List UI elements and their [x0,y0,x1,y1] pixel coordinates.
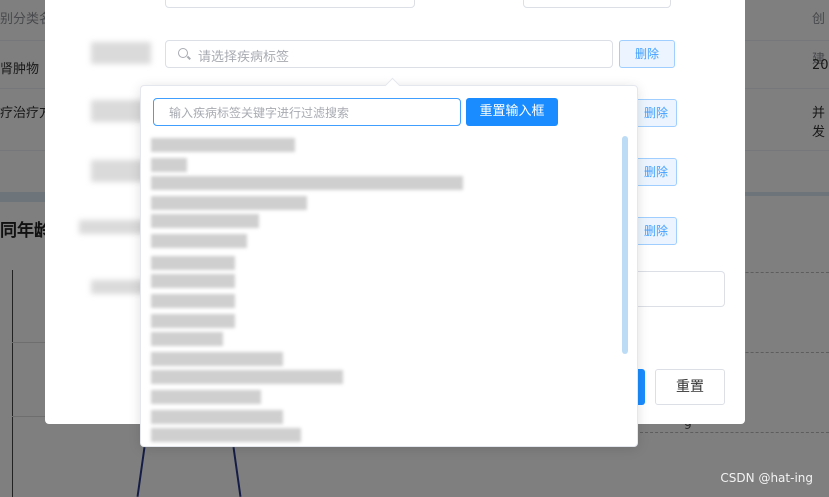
tag-dropdown: 输入疾病标签关键字进行过滤搜索 重置输入框 [140,77,638,447]
delete-button[interactable]: 删除 [619,40,675,68]
reset-input-button[interactable]: 重置输入框 [466,98,558,126]
top-input[interactable] [165,0,415,8]
tree-item[interactable] [151,410,283,424]
text-input[interactable] [633,271,725,307]
delete-button[interactable]: 删除 [635,158,677,186]
tree-item[interactable] [151,196,307,210]
tree-item[interactable] [151,294,235,308]
select-placeholder: 请选择疾病标签 [198,50,290,65]
disease-tag-select[interactable]: 请选择疾病标签 [165,40,613,68]
reset-button[interactable]: 重置 [655,369,725,405]
form-label [79,220,149,234]
tree-item[interactable] [151,390,261,404]
tag-tree [151,136,621,442]
tree-item[interactable] [151,274,235,288]
form-label [91,42,151,64]
watermark: CSDN @hat-ing [720,471,813,485]
delete-button[interactable]: 删除 [635,217,677,245]
tree-item[interactable] [151,370,343,384]
tree-item[interactable] [151,352,283,366]
tag-filter-input[interactable]: 输入疾病标签关键字进行过滤搜索 [153,98,461,126]
tree-item[interactable] [151,234,247,248]
tree-item[interactable] [151,176,463,190]
tree-item[interactable] [151,214,259,228]
filter-placeholder: 输入疾病标签关键字进行过滤搜索 [169,106,350,120]
tree-item[interactable] [151,332,223,346]
tree-item[interactable] [151,256,235,270]
tree-item[interactable] [151,314,235,328]
search-icon [178,48,188,58]
tree-item[interactable] [151,428,301,442]
delete-button[interactable]: 删除 [635,99,677,127]
scrollbar-thumb[interactable] [622,136,628,354]
tree-item[interactable] [151,138,295,152]
tree-item[interactable] [151,158,187,172]
dropdown-scrollbar[interactable] [622,136,628,436]
top-input[interactable] [523,0,671,8]
